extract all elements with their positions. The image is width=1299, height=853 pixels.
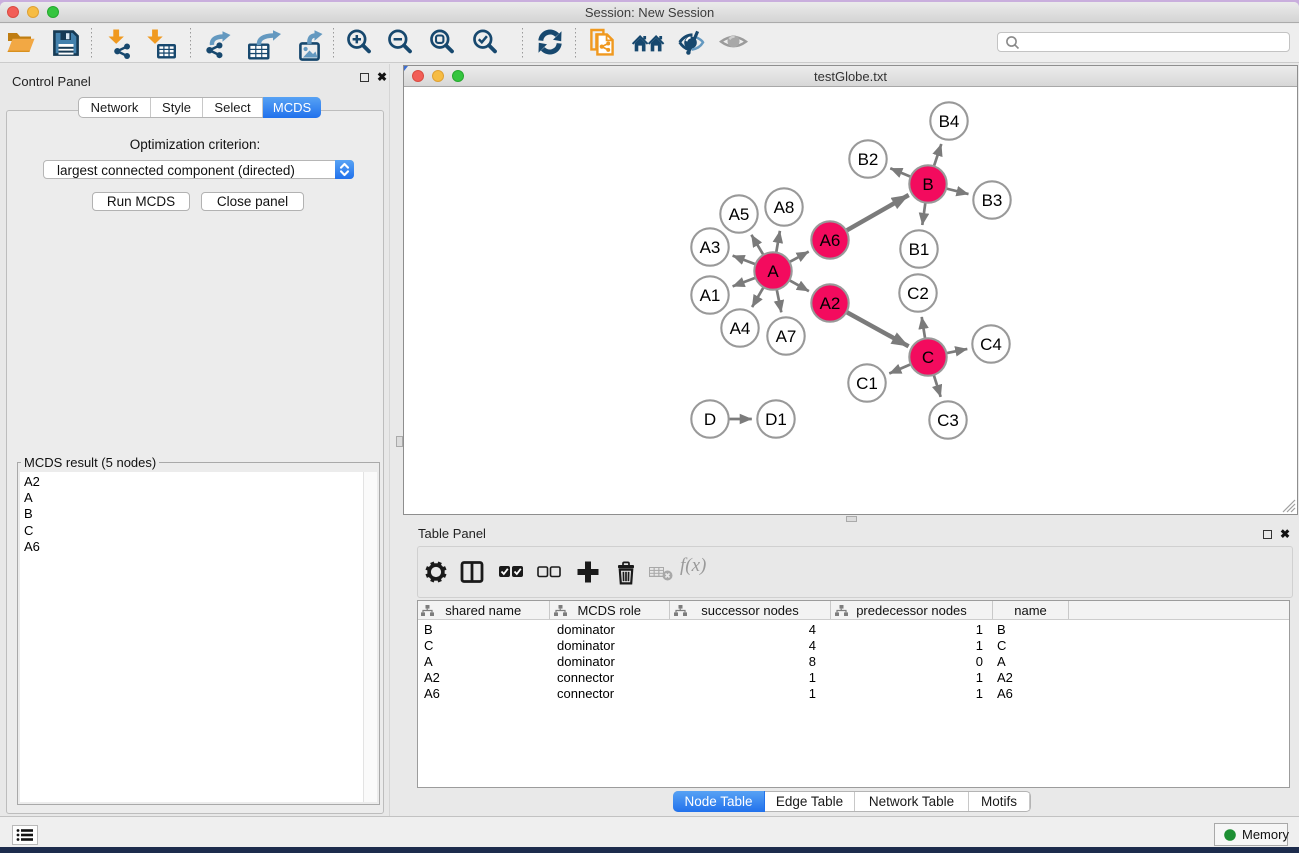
svg-text:A5: A5 <box>729 205 750 224</box>
svg-text:A4: A4 <box>730 319 751 338</box>
svg-text:A3: A3 <box>700 238 721 257</box>
svg-text:B3: B3 <box>982 191 1003 210</box>
svg-text:A: A <box>767 262 779 281</box>
svg-text:C: C <box>922 348 934 367</box>
svg-text:C1: C1 <box>856 374 878 393</box>
svg-text:A6: A6 <box>820 231 841 250</box>
svg-text:A1: A1 <box>700 286 721 305</box>
svg-text:B4: B4 <box>939 112 960 131</box>
svg-text:A7: A7 <box>776 327 797 346</box>
svg-text:A2: A2 <box>820 294 841 313</box>
svg-text:D1: D1 <box>765 410 787 429</box>
svg-text:A8: A8 <box>774 198 795 217</box>
svg-text:D: D <box>704 410 716 429</box>
svg-text:C4: C4 <box>980 335 1002 354</box>
svg-text:B1: B1 <box>909 240 930 259</box>
svg-text:B2: B2 <box>858 150 879 169</box>
svg-text:C2: C2 <box>907 284 929 303</box>
svg-text:C3: C3 <box>937 411 959 430</box>
svg-text:B: B <box>922 175 933 194</box>
